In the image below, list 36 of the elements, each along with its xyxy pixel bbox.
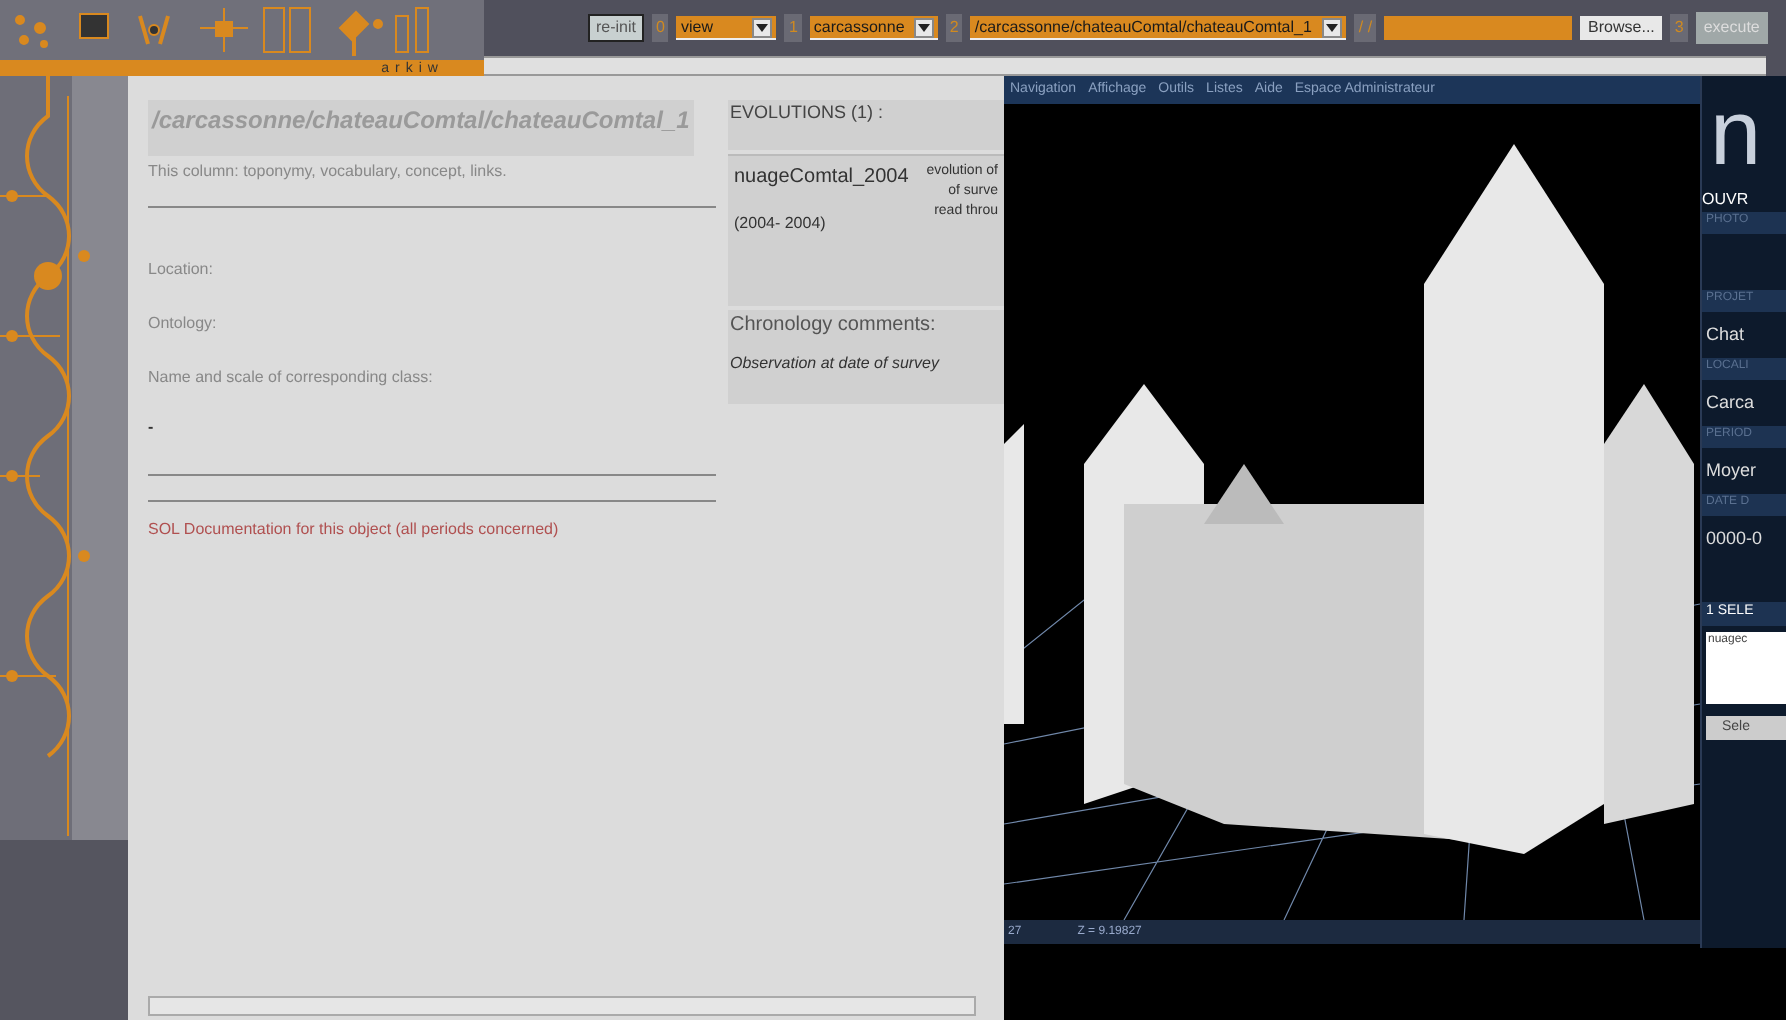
field-label: Ontology:: [148, 312, 219, 336]
side-panel-title: OUVR: [1702, 188, 1751, 212]
field-label: Name and scale of corresponding class:: [148, 366, 435, 390]
dropdown-arrow-icon: [1322, 17, 1343, 37]
select-field[interactable]: carcassonne: [809, 16, 938, 40]
horizontal-scrollbar[interactable]: [484, 56, 1766, 76]
field-label: Location:: [148, 258, 215, 282]
side-field-value: Moyer: [1704, 458, 1759, 484]
side-field-value: 0000-0: [1704, 526, 1765, 552]
select-value: view: [680, 15, 713, 39]
evolution-dates: (2004- 2004): [734, 212, 828, 236]
file-path-field[interactable]: [1384, 16, 1573, 40]
step-number: 1: [784, 14, 802, 42]
step-number: 0: [652, 14, 669, 42]
side-field-value: Chat: [1704, 322, 1747, 348]
step-number: / /: [1354, 14, 1377, 42]
chronology-heading: Chronology comments:: [730, 312, 938, 340]
select-value: carcassonne: [813, 15, 905, 39]
browse-button[interactable]: Browse...: [1580, 16, 1663, 40]
evolutions-header: EVOLUTIONS (1) :: [728, 100, 1004, 150]
panel-scrollbar[interactable]: [148, 996, 976, 1016]
dropdown-arrow-icon: [913, 17, 934, 37]
evolution-name: nuageComtal_2004: [734, 164, 909, 192]
column-note: This column: toponymy, vocabulary, concept, links.: [148, 160, 509, 184]
documentation-link[interactable]: SOL Documentation for this object (all periods concerned): [148, 518, 716, 542]
chronology-text: Observation at date of survey: [730, 352, 942, 376]
dropdown-arrow-icon: [752, 17, 773, 37]
step-number: 3: [1670, 14, 1688, 42]
reset-button[interactable]: re-init: [588, 14, 645, 42]
select-field[interactable]: view: [676, 16, 777, 40]
select-value: /carcassonne/chateauComtal/chateauComtal_1: [974, 15, 1312, 39]
select-field[interactable]: /carcassonne/chateauComtal/chateauComtal_1: [970, 16, 1347, 40]
side-field-value: Carca: [1704, 390, 1757, 416]
field-value: -: [148, 416, 156, 440]
step-number: 2: [945, 14, 963, 42]
side-logo: n: [1708, 78, 1764, 188]
